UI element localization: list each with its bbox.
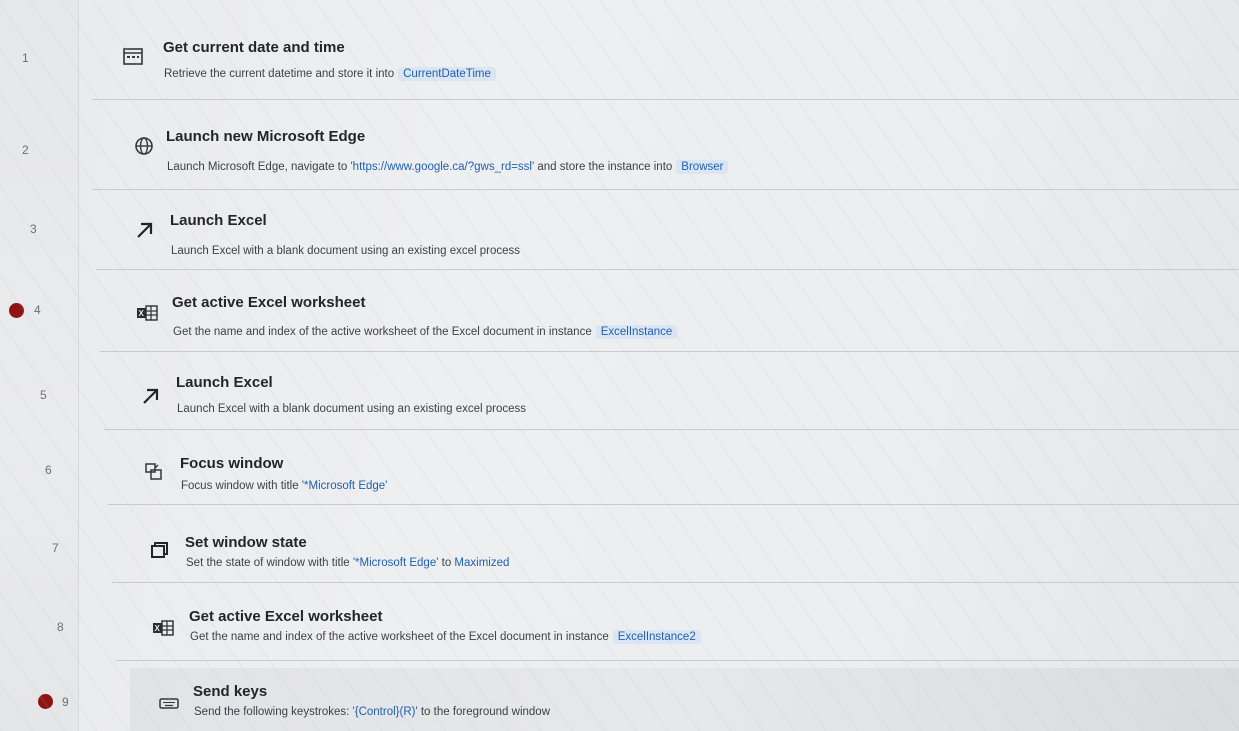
description-text: Retrieve the current datetime and store … xyxy=(164,68,395,80)
calendar-icon xyxy=(120,44,146,68)
excel-worksheet-icon: X xyxy=(150,616,176,640)
line-number: 6 xyxy=(45,463,52,477)
action-description: Get the name and index of the active wor… xyxy=(190,630,701,644)
line-number: 5 xyxy=(40,388,47,402)
breakpoint-dot[interactable] xyxy=(9,303,24,318)
flow-designer-canvas: 1 Get current date and time Retrieve the… xyxy=(0,0,1239,731)
launch-arrow-icon xyxy=(132,218,158,242)
description-text: Send the following keystrokes: xyxy=(194,706,350,718)
description-text: Get the name and index of the active wor… xyxy=(173,326,592,338)
line-number: 2 xyxy=(22,143,29,157)
launch-arrow-icon xyxy=(138,384,164,408)
description-text: Get the name and index of the active wor… xyxy=(190,631,609,643)
keyboard-icon xyxy=(156,691,182,715)
description-text: Launch Microsoft Edge, navigate to xyxy=(167,161,348,173)
action-row[interactable]: 5 Launch Excel Launch Excel with a blank… xyxy=(0,352,1239,430)
variable-token[interactable]: CurrentDateTime xyxy=(398,67,496,81)
action-title: Get active Excel worksheet xyxy=(189,608,383,625)
action-row[interactable]: 3 Launch Excel Launch Excel with a blank… xyxy=(0,190,1239,270)
variable-token[interactable]: ExcelInstance2 xyxy=(612,630,701,644)
action-title: Set window state xyxy=(185,534,307,551)
svg-text:X: X xyxy=(139,309,145,318)
literal-value: '*Microsoft Edge' xyxy=(352,557,439,569)
variable-token[interactable]: ExcelInstance xyxy=(595,325,678,339)
action-title: Get current date and time xyxy=(163,39,345,56)
action-title: Launch Excel xyxy=(170,212,267,229)
literal-value: '*Microsoft Edge' xyxy=(301,480,388,492)
action-row[interactable]: 1 Get current date and time Retrieve the… xyxy=(0,0,1239,100)
action-description: Launch Excel with a blank document using… xyxy=(177,403,527,415)
svg-text:X: X xyxy=(155,624,161,633)
breakpoint-dot[interactable] xyxy=(38,694,53,709)
line-number: 1 xyxy=(22,51,29,65)
action-title: Get active Excel worksheet xyxy=(172,294,366,311)
action-description: Retrieve the current datetime and store … xyxy=(164,67,496,81)
action-title: Launch new Microsoft Edge xyxy=(166,128,366,145)
action-description: Focus window with title '*Microsoft Edge… xyxy=(181,480,387,492)
line-number: 4 xyxy=(34,303,41,317)
action-row[interactable]: 9 Send keys Send the following keystroke… xyxy=(0,661,1239,731)
line-number: 3 xyxy=(30,222,37,236)
literal-value: 'https://www.google.ca/?gws_rd=ssl' xyxy=(350,161,535,173)
excel-worksheet-icon: X xyxy=(134,301,160,325)
action-title: Send keys xyxy=(193,683,268,700)
description-text: to the foreground window xyxy=(420,706,550,718)
description-text: Focus window with title xyxy=(181,480,299,492)
description-text: Set the state of window with title xyxy=(186,557,350,569)
description-text: to xyxy=(441,557,452,569)
focus-window-icon xyxy=(141,460,167,484)
action-description: Launch Excel with a blank document using… xyxy=(171,245,521,257)
description-text: and store the instance into xyxy=(537,161,673,173)
action-title: Launch Excel xyxy=(176,374,273,391)
action-row[interactable]: 2 Launch new Microsoft Edge Launch Micro… xyxy=(0,100,1239,190)
line-number: 9 xyxy=(62,695,69,709)
action-description: Launch Microsoft Edge, navigate to 'http… xyxy=(167,160,729,174)
action-row[interactable]: 6 Focus window Focus window with title '… xyxy=(0,430,1239,505)
action-description: Set the state of window with title '*Mic… xyxy=(186,557,509,569)
action-row[interactable]: 4 X Get active Excel worksheet Get the n… xyxy=(0,270,1239,352)
variable-token[interactable]: Browser xyxy=(676,160,729,174)
action-title: Focus window xyxy=(180,455,284,472)
line-number: 7 xyxy=(52,541,59,555)
literal-value: Maximized xyxy=(454,557,510,569)
literal-value: '{Control}(R)' xyxy=(352,706,418,718)
action-description: Get the name and index of the active wor… xyxy=(173,325,678,339)
line-number: 8 xyxy=(57,620,64,634)
globe-icon xyxy=(131,134,157,158)
window-state-icon xyxy=(146,538,172,562)
action-row[interactable]: 8 X Get active Excel worksheet Get the n… xyxy=(0,583,1239,661)
action-row[interactable]: 7 Set window state Set the state of wind… xyxy=(0,505,1239,583)
action-description: Send the following keystrokes: '{Control… xyxy=(194,706,550,718)
